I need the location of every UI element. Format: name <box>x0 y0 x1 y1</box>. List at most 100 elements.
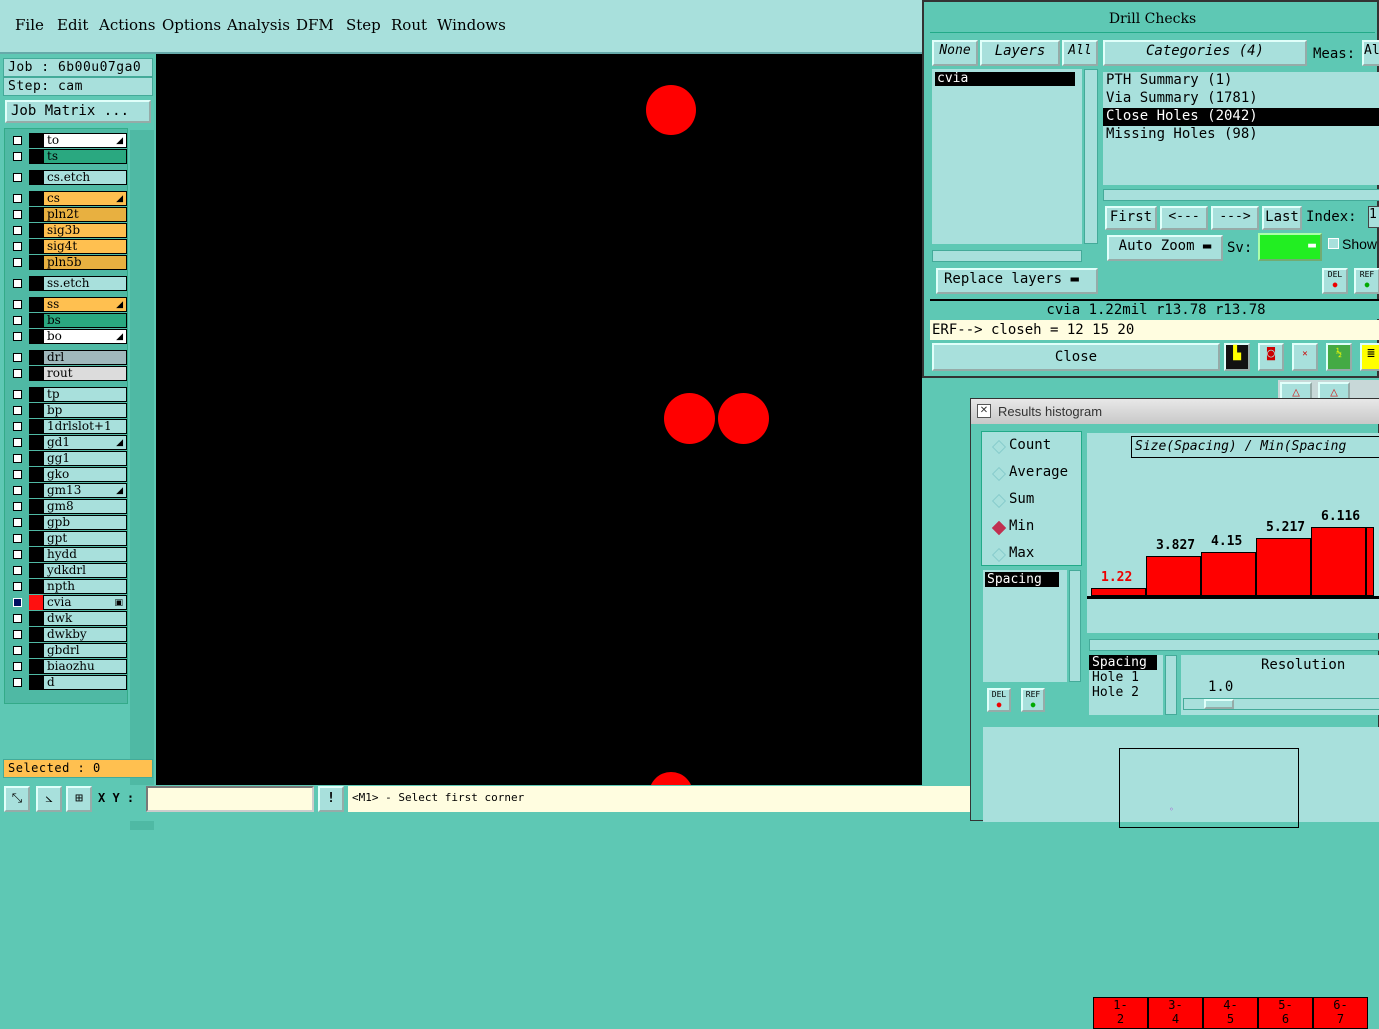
zoom-icon[interactable]: ⤡ <box>4 786 30 812</box>
bin-label[interactable]: 4- 5 <box>1203 997 1258 1029</box>
layer-swatch[interactable] <box>29 313 43 328</box>
layer-row-cvia[interactable]: cvia ▣ <box>7 595 127 610</box>
layer-name[interactable]: ydkdrl <box>43 563 127 578</box>
layer-checkbox[interactable] <box>13 438 22 447</box>
layer-name[interactable]: d <box>43 675 127 690</box>
count-radio[interactable] <box>991 439 1007 455</box>
histogram-bar[interactable] <box>1201 551 1256 596</box>
layer-swatch[interactable] <box>29 387 43 402</box>
layer-row-gpb[interactable]: gpb <box>7 515 127 530</box>
average-radio[interactable] <box>991 466 1007 482</box>
layer-name[interactable]: bp <box>43 403 127 418</box>
layer-row-dwkby[interactable]: dwkby <box>7 627 127 642</box>
ref-button[interactable]: REF ● <box>1354 268 1379 294</box>
layer-checkbox[interactable] <box>13 226 22 235</box>
histogram-bar[interactable] <box>1311 527 1366 596</box>
layer-row-gg1[interactable]: gg1 <box>7 451 127 466</box>
layer-swatch[interactable] <box>29 515 43 530</box>
layer-name[interactable]: gpt <box>43 531 127 546</box>
layer-checkbox[interactable] <box>13 534 22 543</box>
hist-ref-button[interactable]: REF ● <box>1021 688 1045 712</box>
layer-checkbox[interactable] <box>13 550 22 559</box>
layer-row-npth[interactable]: npth <box>7 579 127 594</box>
layer-swatch[interactable] <box>29 659 43 674</box>
layer-row-pln5b[interactable]: pln5b <box>7 255 127 270</box>
histogram-bar[interactable] <box>1091 588 1146 596</box>
layer-row-sig3b[interactable]: sig3b <box>7 223 127 238</box>
categories-button[interactable]: Categories (4) <box>1103 40 1307 66</box>
layer-item[interactable]: cvia <box>935 72 1075 86</box>
layer-checkbox[interactable] <box>13 454 22 463</box>
layer-name[interactable]: gg1 <box>43 451 127 466</box>
layer-name[interactable]: bs <box>43 313 127 328</box>
layer-checkbox[interactable] <box>13 210 22 219</box>
meas-select[interactable]: Al <box>1362 40 1379 66</box>
layer-name[interactable]: gbdrl <box>43 643 127 658</box>
layer-name[interactable]: cvia ▣ <box>43 595 127 610</box>
layer-checkbox[interactable] <box>13 582 22 591</box>
layer-row-d[interactable]: d <box>7 675 127 690</box>
layer-row-gbdrl[interactable]: gbdrl <box>7 643 127 658</box>
layer-row-bp[interactable]: bp <box>7 403 127 418</box>
layer-row-gd1[interactable]: gd1 ◢ <box>7 435 127 450</box>
layer-row-tp[interactable]: tp <box>7 387 127 402</box>
slider-handle[interactable] <box>1204 699 1234 709</box>
layer-name[interactable]: npth <box>43 579 127 594</box>
layer-row-ss[interactable]: ss ◢ <box>7 297 127 312</box>
spacing-list-item[interactable]: Spacing <box>985 572 1059 587</box>
layer-checkbox[interactable] <box>13 486 22 495</box>
layer-list-hscroll[interactable] <box>932 250 1082 262</box>
layer-name[interactable]: gko <box>43 467 127 482</box>
layer-name[interactable]: to ◢ <box>43 133 127 148</box>
notes-icon[interactable]: ≣ <box>1360 343 1379 371</box>
min-radio[interactable] <box>991 520 1007 536</box>
layer-checkbox[interactable] <box>13 316 22 325</box>
layer-checkbox[interactable] <box>13 173 22 182</box>
layer-name[interactable]: cs.etch <box>43 170 127 185</box>
layer-swatch[interactable] <box>29 547 43 562</box>
prev-button[interactable]: <--- <box>1160 206 1208 230</box>
layer-row-pln2t[interactable]: pln2t <box>7 207 127 222</box>
layer-name[interactable]: cs ◢ <box>43 191 127 206</box>
layer-checkbox[interactable] <box>13 390 22 399</box>
layer-name[interactable]: rout <box>43 366 127 381</box>
replace-layers-select[interactable]: Replace layers ▬ <box>936 268 1098 294</box>
layer-row-bo[interactable]: bo ◢ <box>7 329 127 344</box>
layer-swatch[interactable] <box>29 276 43 291</box>
layer-checkbox[interactable] <box>13 353 22 362</box>
spacing-list[interactable]: Spacing <box>983 570 1067 682</box>
layer-name[interactable]: bo ◢ <box>43 329 127 344</box>
layer-swatch[interactable] <box>29 350 43 365</box>
category-item[interactable]: Via Summary (1781) <box>1103 90 1379 108</box>
bin-label[interactable]: 3- 4 <box>1148 997 1203 1029</box>
graphics-canvas[interactable] <box>156 54 922 816</box>
job-matrix-button[interactable]: Job Matrix ... <box>5 100 151 123</box>
layer-checkbox[interactable] <box>13 566 22 575</box>
resolution-slider[interactable] <box>1183 698 1379 710</box>
layer-name[interactable]: pln5b <box>43 255 127 270</box>
bin-label[interactable]: 1- 2 <box>1093 997 1148 1029</box>
sort-list-scroll[interactable] <box>1165 655 1177 715</box>
bin-label[interactable]: 5- 6 <box>1258 997 1313 1029</box>
layer-row-gm8[interactable]: gm8 <box>7 499 127 514</box>
menu-step[interactable]: Step <box>346 16 381 34</box>
layer-checkbox[interactable] <box>13 518 22 527</box>
show-checkbox[interactable] <box>1328 238 1339 249</box>
layer-swatch[interactable] <box>29 366 43 381</box>
layer-name[interactable]: gm8 <box>43 499 127 514</box>
menu-rout[interactable]: Rout <box>391 16 427 34</box>
layer-swatch[interactable] <box>29 239 43 254</box>
next-button[interactable]: ---> <box>1211 206 1259 230</box>
layer-row-biaozhu[interactable]: biaozhu <box>7 659 127 674</box>
layer-swatch[interactable] <box>29 563 43 578</box>
hist-del-button[interactable]: DEL ● <box>987 688 1011 712</box>
layer-name[interactable]: drl <box>43 350 127 365</box>
layer-row-dwk[interactable]: dwk <box>7 611 127 626</box>
layer-checkbox[interactable] <box>13 369 22 378</box>
menu-actions[interactable]: Actions <box>99 16 155 34</box>
layer-swatch[interactable] <box>29 329 43 344</box>
menu-windows[interactable]: Windows <box>437 16 506 34</box>
layer-checkbox[interactable] <box>13 194 22 203</box>
category-item[interactable]: Missing Holes (98) <box>1103 126 1379 144</box>
layer-name[interactable]: gd1 ◢ <box>43 435 127 450</box>
